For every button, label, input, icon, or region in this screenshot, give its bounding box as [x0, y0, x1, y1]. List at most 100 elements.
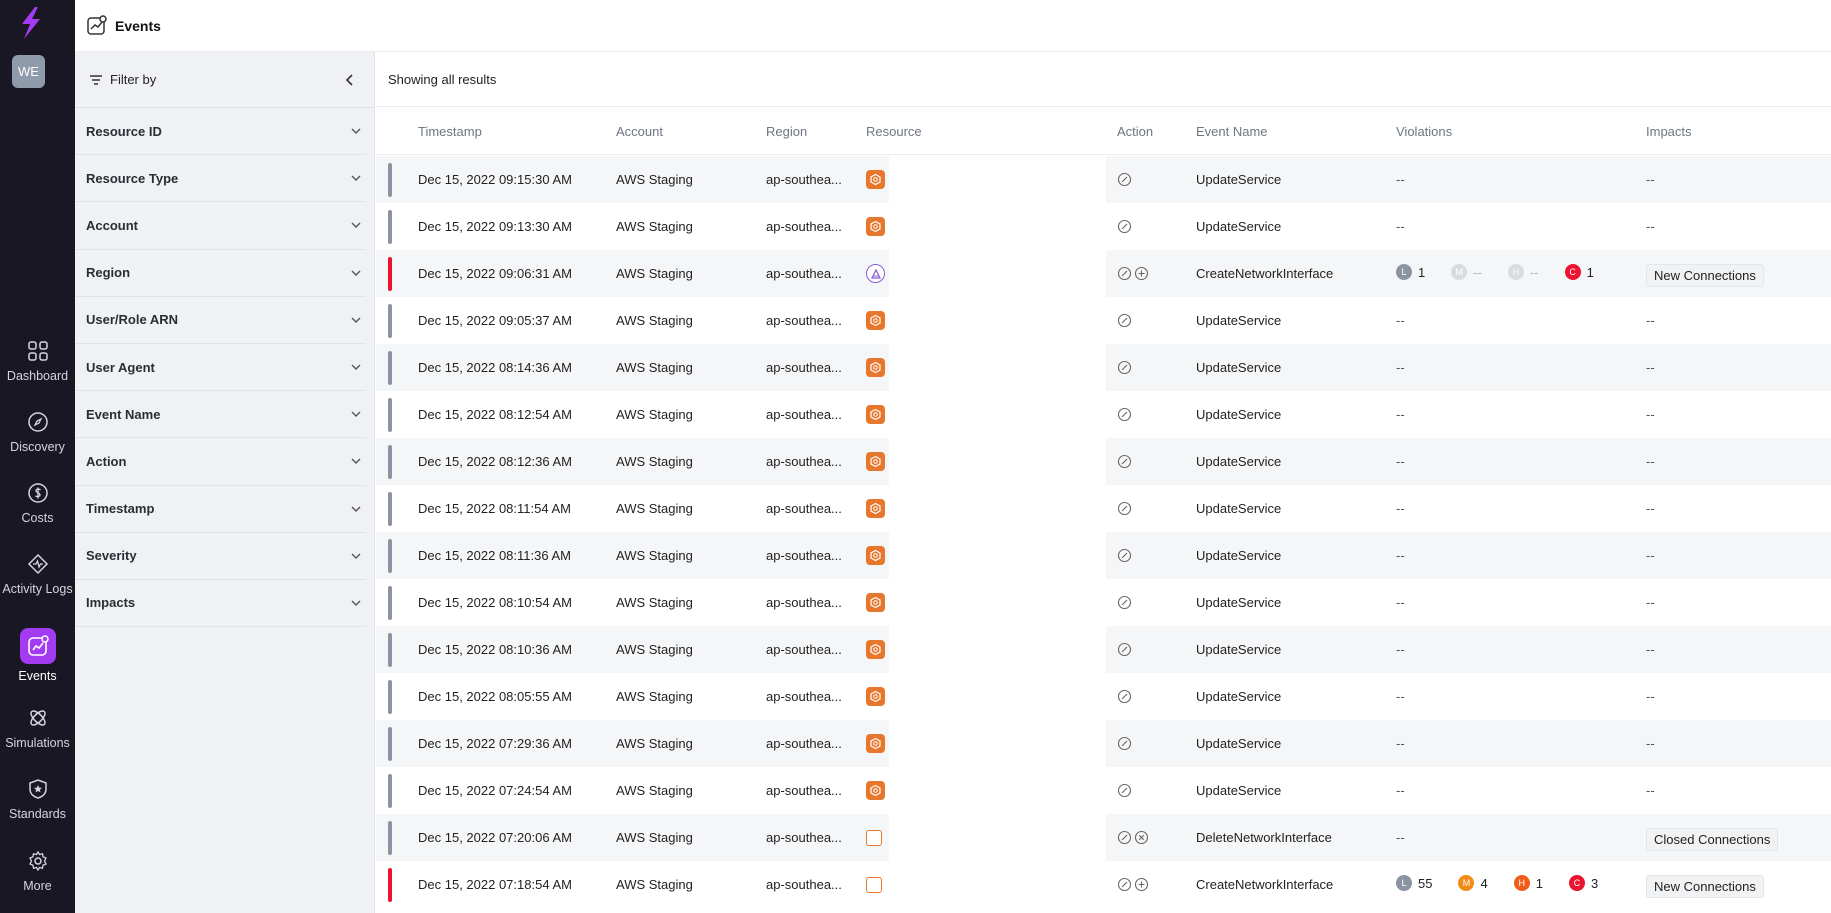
table-row[interactable]: Dec 15, 2022 08:12:36 AM AWS Staging ap-so… — [376, 438, 1831, 485]
col-region[interactable]: Region — [766, 124, 807, 139]
filter-region[interactable]: Region — [75, 250, 366, 297]
resource-icon[interactable] — [866, 311, 885, 330]
filter-resource-id[interactable]: Resource ID — [75, 108, 366, 156]
nav-item-standards[interactable]: Standards — [0, 776, 75, 822]
table-row[interactable]: Dec 15, 2022 08:11:36 AM AWS Staging ap-so… — [376, 532, 1831, 579]
table-row[interactable]: Dec 15, 2022 07:29:36 AM AWS Staging ap-so… — [376, 720, 1831, 767]
resource-icon[interactable] — [866, 593, 885, 612]
table-body: Dec 15, 2022 09:15:30 AM AWS Staging ap-so… — [376, 156, 1831, 908]
nav-item-simulations[interactable]: Simulations — [0, 705, 75, 751]
filter-label: User/Role ARN — [86, 312, 178, 328]
table-row[interactable]: Dec 15, 2022 09:13:30 AM AWS Staging ap-so… — [376, 203, 1831, 250]
cell-action — [1117, 219, 1132, 234]
resource-icon[interactable] — [866, 640, 885, 659]
filter-event-name[interactable]: Event Name — [75, 391, 366, 439]
resource-icon[interactable] — [866, 877, 882, 893]
cell-impacts: -- — [1646, 360, 1655, 375]
cell-event-name: UpdateService — [1196, 360, 1282, 375]
table-row[interactable]: Dec 15, 2022 08:14:36 AM AWS Staging ap-so… — [376, 344, 1831, 391]
cell-event-name: UpdateService — [1196, 407, 1282, 422]
resource-icon[interactable] — [866, 546, 885, 565]
edit-action-icon — [1117, 313, 1132, 328]
cell-timestamp: Dec 15, 2022 08:10:36 AM — [418, 642, 572, 657]
filter-label: Event Name — [86, 406, 161, 422]
table-row[interactable]: Dec 15, 2022 07:24:54 AM AWS Staging ap-so… — [376, 767, 1831, 814]
cell-region: ap-southea... — [766, 501, 842, 516]
cell-timestamp: Dec 15, 2022 07:24:54 AM — [418, 783, 572, 798]
top-bar: Events — [75, 0, 1831, 52]
severity-m-badge: M — [1451, 264, 1468, 280]
cell-violations: -- — [1396, 689, 1405, 704]
filter-user-agent[interactable]: User Agent — [75, 344, 366, 392]
nav-item-events[interactable]: Events — [0, 628, 75, 684]
impact-tag[interactable]: Closed Connections — [1646, 828, 1779, 851]
chevron-down-icon — [351, 364, 361, 371]
severity-indicator — [388, 492, 392, 526]
filter-timestamp[interactable]: Timestamp — [75, 486, 366, 533]
filter-panel: Filter by Resource ID Resource Type Accoun… — [75, 52, 375, 913]
resource-icon[interactable] — [866, 734, 885, 753]
impact-tag[interactable]: New Connections — [1646, 875, 1764, 898]
cell-timestamp: Dec 15, 2022 07:18:54 AM — [418, 877, 572, 892]
impact-tag[interactable]: New Connections — [1646, 264, 1764, 287]
table-row[interactable]: Dec 15, 2022 09:05:37 AM AWS Staging ap-so… — [376, 297, 1831, 344]
cell-account: AWS Staging — [616, 172, 693, 187]
cell-impacts: -- — [1646, 454, 1655, 469]
resource-icon[interactable] — [866, 687, 885, 706]
resource-icon[interactable] — [866, 452, 885, 471]
nav-item-more[interactable]: More — [0, 848, 75, 894]
shield-star-icon — [25, 776, 51, 802]
resource-icon[interactable] — [866, 264, 885, 283]
col-account[interactable]: Account — [616, 124, 663, 139]
nav-item-activity-logs[interactable]: Activity Logs — [0, 551, 75, 597]
cell-region: ap-southea... — [766, 454, 842, 469]
table-row[interactable]: Dec 15, 2022 09:06:31 AM AWS Staging ap-so… — [376, 250, 1831, 297]
table-row[interactable]: Dec 15, 2022 08:11:54 AM AWS Staging ap-so… — [376, 485, 1831, 532]
cell-violations: -- — [1396, 501, 1405, 516]
avatar[interactable]: WE — [12, 55, 45, 88]
cell-region: ap-southea... — [766, 642, 842, 657]
cell-account: AWS Staging — [616, 642, 693, 657]
logo-icon[interactable] — [14, 4, 46, 42]
filter-severity[interactable]: Severity — [75, 533, 366, 580]
page-title: Events — [115, 17, 161, 34]
severity-c-count: 1 — [1586, 264, 1594, 280]
filter-account[interactable]: Account — [75, 202, 366, 250]
filter-action[interactable]: Action — [75, 438, 366, 486]
table-row[interactable]: Dec 15, 2022 08:10:36 AM AWS Staging ap-so… — [376, 626, 1831, 673]
col-timestamp[interactable]: Timestamp — [418, 124, 482, 139]
nav-item-discovery[interactable]: Discovery — [0, 409, 75, 455]
resource-icon[interactable] — [866, 781, 885, 800]
table-row[interactable]: Dec 15, 2022 09:15:30 AM AWS Staging ap-so… — [376, 156, 1831, 203]
filter-label: Region — [86, 265, 131, 281]
nav-item-dashboard[interactable]: Dashboard — [0, 338, 75, 384]
table-row[interactable]: Dec 15, 2022 08:05:55 AM AWS Staging ap-so… — [376, 673, 1831, 720]
cell-violations: L 1 M -- H -- C 1 — [1396, 264, 1620, 280]
resource-icon[interactable] — [866, 358, 885, 377]
col-event-name[interactable]: Event Name — [1196, 124, 1268, 139]
nav-item-costs[interactable]: Costs — [0, 480, 75, 526]
severity-indicator — [388, 445, 392, 479]
filter-user-role-arn[interactable]: User/Role ARN — [75, 297, 366, 344]
table-row[interactable]: Dec 15, 2022 07:18:54 AM AWS Staging ap-so… — [376, 861, 1831, 908]
cell-timestamp: Dec 15, 2022 09:13:30 AM — [418, 219, 572, 234]
cell-timestamp: Dec 15, 2022 08:11:36 AM — [418, 548, 571, 563]
filter-impacts[interactable]: Impacts — [75, 580, 366, 628]
filter-title: Filter by — [110, 72, 157, 87]
cell-timestamp: Dec 15, 2022 08:05:55 AM — [418, 689, 572, 704]
resource-icon[interactable] — [866, 217, 885, 236]
col-resource[interactable]: Resource — [866, 124, 922, 139]
table-row[interactable]: Dec 15, 2022 08:10:54 AM AWS Staging ap-so… — [376, 579, 1831, 626]
collapse-panel-chevron-left-icon[interactable] — [340, 70, 360, 90]
resource-icon[interactable] — [866, 830, 882, 846]
col-impacts[interactable]: Impacts — [1646, 124, 1692, 139]
col-action[interactable]: Action — [1117, 124, 1153, 139]
table-row[interactable]: Dec 15, 2022 08:12:54 AM AWS Staging ap-so… — [376, 391, 1831, 438]
filter-resource-type[interactable]: Resource Type — [75, 155, 366, 203]
table-row[interactable]: Dec 15, 2022 07:20:06 AM AWS Staging ap-so… — [376, 814, 1831, 861]
cell-action — [1117, 407, 1132, 422]
resource-icon[interactable] — [866, 499, 885, 518]
resource-icon[interactable] — [866, 405, 885, 424]
resource-icon[interactable] — [866, 170, 885, 189]
col-violations[interactable]: Violations — [1396, 124, 1452, 139]
